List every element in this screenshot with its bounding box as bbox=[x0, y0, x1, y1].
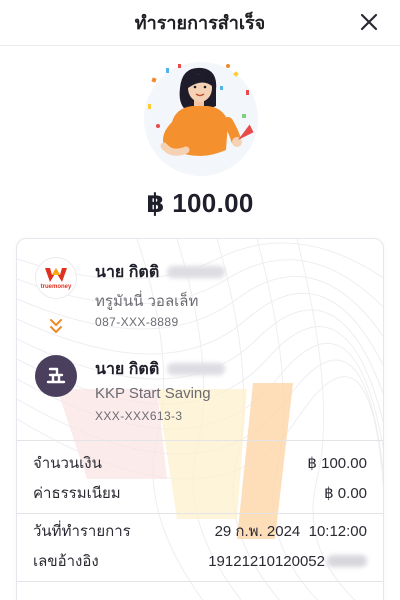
receiver-surname-redacted bbox=[167, 363, 226, 375]
truemoney-logo-text: truemoney bbox=[40, 283, 72, 290]
fee-label: ค่าธรรมเนียม bbox=[33, 485, 121, 502]
date-row: วันที่ทำรายการ 29 ก.พ. 2024 10:12:00 bbox=[33, 521, 367, 541]
sender-account: 087-XXX-8889 bbox=[95, 315, 179, 329]
fee-value: ฿ 0.00 bbox=[324, 485, 367, 502]
sender-surname-redacted bbox=[167, 266, 226, 278]
reference-redacted bbox=[327, 554, 367, 567]
transfer-amount: ฿ 100.00 bbox=[146, 188, 254, 218]
amount-row: จำนวนเงิน ฿ 100.00 bbox=[33, 453, 367, 473]
fee-row: ค่าธรรมเนียม ฿ 0.00 bbox=[33, 483, 367, 503]
close-icon bbox=[360, 13, 378, 31]
double-chevron-down-icon bbox=[50, 319, 62, 333]
divider bbox=[17, 440, 383, 441]
header-bar: ทำรายการสำเร็จ bbox=[0, 0, 400, 46]
kkp-mark bbox=[46, 367, 66, 384]
reference-value-text: 19121210120052 bbox=[208, 552, 325, 570]
receiver-account: XXX-XXX613-3 bbox=[95, 409, 183, 423]
amount-label: จำนวนเงิน bbox=[33, 455, 102, 472]
reference-row: เลขอ้างอิง 19121210120052 bbox=[33, 551, 367, 571]
date-value: 29 ก.พ. 2024 10:12:00 bbox=[214, 523, 367, 540]
amount-value: ฿ 100.00 bbox=[307, 455, 367, 472]
truemoney-w-mark bbox=[45, 267, 67, 282]
sender-provider: ทรูมันนี่ วอลเล็ท bbox=[95, 293, 199, 310]
receiver-name: นาย กิตติ bbox=[95, 357, 226, 382]
divider bbox=[17, 581, 383, 582]
receiver-provider: KKP Start Saving bbox=[95, 385, 211, 402]
transaction-card: truemoney นาย กิตติ ทรูมันนี่ วอลเล็ท 08… bbox=[16, 238, 384, 600]
receiver-name-text: นาย กิตติ bbox=[95, 361, 160, 378]
truemoney-logo-icon: truemoney bbox=[35, 257, 77, 299]
reference-label: เลขอ้างอิง bbox=[33, 553, 99, 570]
divider bbox=[17, 513, 383, 514]
page-title: ทำรายการสำเร็จ bbox=[134, 13, 266, 33]
sender-name: นาย กิตติ bbox=[95, 260, 226, 285]
close-button[interactable] bbox=[354, 7, 384, 37]
date-label: วันที่ทำรายการ bbox=[33, 523, 131, 540]
sender-name-text: นาย กิตติ bbox=[95, 264, 160, 281]
kkp-logo-icon bbox=[35, 355, 77, 397]
celebration-illustration bbox=[144, 62, 258, 176]
reference-value: 19121210120052 bbox=[208, 553, 367, 570]
card-background-pattern bbox=[17, 239, 383, 600]
